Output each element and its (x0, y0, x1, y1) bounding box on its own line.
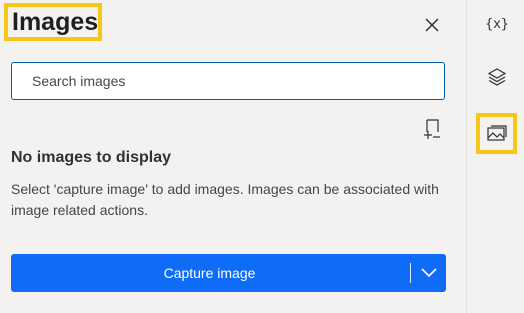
ui-elements-tab[interactable] (477, 57, 517, 97)
close-button[interactable] (420, 13, 444, 37)
search-input[interactable] (11, 62, 445, 100)
layers-icon (487, 68, 507, 86)
chevron-down-icon (421, 268, 437, 278)
capture-image-button[interactable]: Capture image (11, 254, 446, 292)
button-divider (410, 263, 411, 283)
images-tab[interactable] (476, 113, 517, 154)
images-panel: Images No images to display Select 'capt… (0, 0, 466, 313)
empty-state-title: No images to display (11, 149, 172, 166)
variables-tab[interactable]: {x} (477, 4, 517, 44)
capture-image-label: Capture image (163, 265, 256, 281)
variables-icon: {x} (485, 16, 509, 32)
empty-state-description: Select 'capture image' to add images. Im… (11, 181, 439, 218)
close-icon (425, 18, 439, 32)
capture-dropdown-button[interactable] (420, 266, 438, 280)
side-rail: {x} (466, 0, 524, 313)
images-icon (486, 124, 507, 141)
add-capture-button[interactable] (421, 118, 443, 140)
panel-title: Images (4, 3, 102, 41)
add-capture-icon (424, 119, 440, 139)
